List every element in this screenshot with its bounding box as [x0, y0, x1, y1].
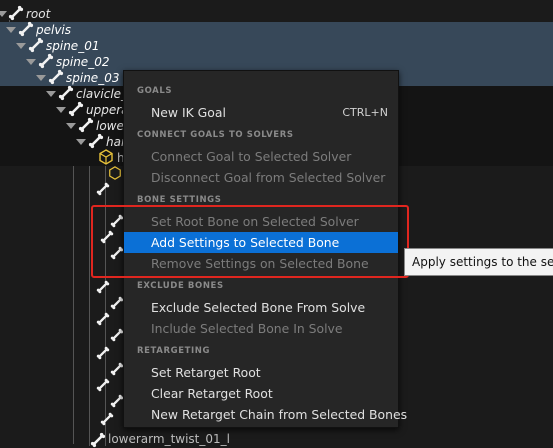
- bone-icon: [8, 5, 24, 21]
- bone-icon: [48, 69, 64, 85]
- menu-item-disconnect-goal[interactable]: Disconnect Goal from Selected Solver: [124, 167, 398, 188]
- expander-arrow-icon[interactable]: [0, 11, 7, 17]
- tree-row-label: spine_01: [46, 39, 100, 53]
- cube-icon: [99, 149, 113, 165]
- section-header-retargeting: RETARGETING: [137, 346, 211, 356]
- tree-row-label: pelvis: [36, 23, 72, 37]
- bone-icon: [96, 280, 110, 294]
- expander-arrow-icon[interactable]: [6, 27, 16, 33]
- menu-item-clear-retarget-root[interactable]: Clear Retarget Root: [124, 383, 398, 404]
- expander-arrow-icon[interactable]: [36, 75, 46, 81]
- bone-icon: [58, 85, 74, 101]
- bone-icon: [96, 346, 110, 360]
- menu-item-label: Set Retarget Root: [151, 365, 261, 380]
- section-header-goals: GOALS: [137, 86, 173, 96]
- menu-item-label: Clear Retarget Root: [151, 386, 273, 401]
- tree-row-label: spine_02: [56, 55, 110, 69]
- tree-row-label: spine_03: [66, 71, 120, 85]
- tree-row-label: root: [26, 7, 51, 21]
- annotation-highlight-box: [91, 205, 409, 278]
- bone-icon: [110, 296, 124, 310]
- bone-icon: [110, 362, 124, 376]
- menu-item-exclude-bone[interactable]: Exclude Selected Bone From Solve: [124, 297, 398, 318]
- section-header-exclude-bones: EXCLUDE BONES: [137, 281, 224, 291]
- tree-row-lowerarm-twist-01-l[interactable]: lowerarm_twist_01_l: [0, 432, 553, 446]
- section-header-connect: CONNECT GOALS TO SOLVERS: [137, 130, 294, 140]
- menu-item-label: Disconnect Goal from Selected Solver: [151, 170, 386, 185]
- menu-item-label: Exclude Selected Bone From Solve: [151, 300, 366, 315]
- cube-icon: [109, 166, 121, 180]
- expander-arrow-icon[interactable]: [46, 91, 56, 97]
- expander-arrow-icon[interactable]: [66, 123, 76, 129]
- bone-icon: [28, 37, 44, 53]
- menu-item-label: Connect Goal to Selected Solver: [151, 149, 352, 164]
- bone-icon: [100, 412, 114, 426]
- shortcut-label: CTRL+N: [342, 106, 388, 119]
- bone-icon: [78, 117, 94, 133]
- bone-icon: [96, 312, 110, 326]
- bone-icon: [96, 182, 110, 196]
- tree-row-label: lowerarm_twist_01_l: [108, 432, 230, 446]
- expander-arrow-icon[interactable]: [76, 139, 86, 145]
- menu-item-label: New IK Goal: [151, 105, 226, 120]
- bone-icon: [68, 101, 84, 117]
- menu-item-label: Include Selected Bone In Solve: [151, 321, 343, 336]
- expander-arrow-icon[interactable]: [16, 43, 26, 49]
- bone-icon: [88, 133, 104, 149]
- tree-row-pelvis[interactable]: pelvis: [0, 22, 553, 38]
- menu-item-label: New Retarget Chain from Selected Bones: [151, 407, 408, 422]
- menu-item-include-bone[interactable]: Include Selected Bone In Solve: [124, 318, 398, 339]
- tooltip: Apply settings to the selected bone.: [404, 248, 553, 276]
- bone-icon: [110, 328, 124, 342]
- menu-item-connect-goal[interactable]: Connect Goal to Selected Solver: [124, 146, 398, 167]
- menu-item-set-retarget-root[interactable]: Set Retarget Root: [124, 362, 398, 383]
- menu-item-new-retarget-chain[interactable]: New Retarget Chain from Selected Bones: [124, 404, 407, 425]
- bone-icon: [18, 21, 34, 37]
- bone-icon: [38, 53, 54, 69]
- tree-row-root[interactable]: root: [0, 6, 553, 22]
- menu-item-new-ik-goal[interactable]: New IK Goal CTRL+N: [124, 102, 398, 123]
- tree-row-spine-01[interactable]: spine_01: [0, 38, 553, 54]
- tree-row-spine-02[interactable]: spine_02: [0, 54, 553, 70]
- expander-arrow-icon[interactable]: [26, 59, 36, 65]
- bone-icon: [110, 394, 124, 408]
- expander-arrow-icon[interactable]: [56, 107, 66, 113]
- bone-icon: [96, 378, 110, 392]
- section-header-bone-settings: BONE SETTINGS: [137, 195, 222, 205]
